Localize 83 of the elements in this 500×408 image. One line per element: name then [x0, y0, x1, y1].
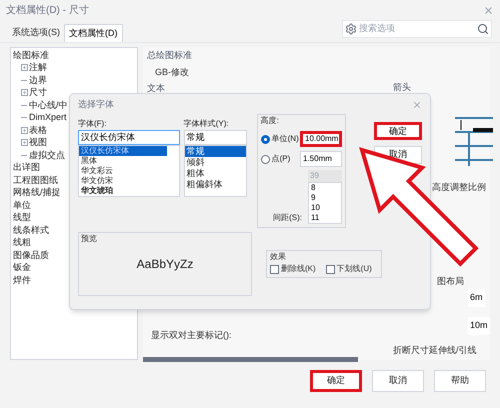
window-title: 文档属性(D) - 尺寸	[6, 4, 89, 18]
field-label: 字体样式(Y):	[184, 118, 230, 130]
tree-item[interactable]: 工程图图纸	[13, 174, 58, 186]
checkbox[interactable]	[326, 264, 335, 274]
section-heading: 箭头	[393, 81, 411, 94]
tree-item[interactable]: 单位	[13, 200, 31, 211]
font-option[interactable]: 华文仿宋	[79, 176, 167, 186]
spacing-label: 间距(S):	[273, 212, 302, 224]
size-option[interactable]: 11	[309, 213, 341, 223]
font-option[interactable]: 黑体	[79, 156, 167, 166]
style-list[interactable]: 常规 倾斜 粗体 粗偏斜体	[184, 145, 247, 197]
tree-item[interactable]: 线型	[13, 212, 31, 224]
font-option[interactable]: 华文琥珀	[79, 186, 167, 196]
font-option[interactable]: 华文彩云	[79, 166, 167, 176]
radio-button[interactable]	[260, 134, 270, 144]
scrollbar[interactable]	[143, 357, 358, 362]
radio-label: 单位(N)	[272, 133, 299, 145]
style-option[interactable]: 粗体	[184, 168, 246, 179]
checkbox-label: 下划线(U)	[336, 263, 372, 275]
dialog-button[interactable]: 确定	[374, 122, 422, 140]
size-field: 39	[308, 170, 342, 182]
expand-icon[interactable]	[21, 64, 28, 72]
dialog-button[interactable]: 确定	[310, 370, 362, 392]
tree-item[interactable]: 绘图标准	[13, 50, 49, 61]
dimension-diagram-icon	[455, 116, 493, 166]
tree-item[interactable]: 表格	[29, 124, 47, 136]
size-list[interactable]: 8 9 10 11	[308, 182, 342, 224]
expand-icon[interactable]	[21, 89, 28, 96]
font-style-field[interactable]: 常规	[184, 130, 247, 145]
font-list[interactable]: 汉仪长仿宋体 黑体 华文彩云 华文仿宋 华文琥珀	[78, 145, 180, 197]
tab[interactable]: 文档属性(D)	[64, 24, 122, 42]
settings-icon[interactable]	[345, 23, 357, 35]
checkbox[interactable]	[270, 264, 279, 274]
layout-label: 图布局	[437, 275, 464, 288]
preview-text: AaBbYyZz	[136, 256, 194, 273]
tree-item[interactable]: 尺寸	[29, 87, 47, 98]
expand-icon[interactable]	[21, 126, 28, 134]
tree-item[interactable]: 出详图	[13, 162, 40, 174]
tree-item[interactable]: 钣金	[13, 262, 31, 274]
dual-marks-label: 显示双对主要标记():	[151, 329, 232, 342]
expand-icon[interactable]	[21, 139, 28, 146]
tree-item[interactable]: DimXpert	[29, 112, 67, 124]
size-option[interactable]: 9	[309, 193, 341, 203]
height-label: 高度:	[260, 115, 280, 127]
tab[interactable]: 系统选项(S)	[8, 24, 64, 42]
tree-item[interactable]: 虚拟交点	[29, 150, 65, 161]
search-icon[interactable]	[477, 23, 489, 35]
scale-label: 高度调整比例	[432, 181, 486, 194]
style-option[interactable]: 倾斜	[184, 157, 246, 168]
size-option[interactable]: 10	[309, 203, 341, 213]
height-field[interactable]: 10.00mm	[300, 131, 342, 147]
dialog-button[interactable]: 取消	[372, 370, 424, 392]
standard-value: GB-修改	[155, 66, 190, 79]
font-option[interactable]: 汉仪长仿宋体	[79, 146, 167, 156]
tree-item[interactable]: 线粗	[13, 237, 31, 248]
tree-item[interactable]: 网格线/捕捉	[13, 187, 61, 198]
break-lines-label: 折断尺寸延伸线/引线	[393, 344, 477, 357]
radio-button[interactable]	[260, 154, 270, 164]
dialog-title: 选择字体	[78, 98, 114, 112]
font-name-field[interactable]: 汉仪长仿宋体	[78, 130, 180, 145]
size-option[interactable]: 8	[309, 183, 341, 193]
style-option[interactable]: 常规	[184, 146, 246, 157]
tree-item[interactable]: 中心线/中	[29, 100, 68, 111]
tree-item[interactable]: 视图	[29, 137, 47, 148]
field-label: 字体(F):	[78, 118, 108, 130]
tree-item[interactable]: 注解	[29, 62, 47, 74]
dialog-button[interactable]: 帮助	[434, 370, 486, 392]
preview-label: 预览	[81, 233, 98, 245]
offset-field[interactable]: 6m	[468, 289, 485, 306]
section-heading: 文本	[147, 82, 165, 95]
tree-item[interactable]: 图像品质	[13, 250, 49, 261]
effects-label: 效果	[270, 251, 287, 263]
tree-item[interactable]: 线条样式	[13, 224, 49, 236]
tree-item[interactable]: 焊件	[13, 274, 31, 286]
checkbox-label: 删除线(K)	[281, 263, 316, 275]
section-heading: 总绘图标准	[147, 49, 192, 62]
radio-label: 点(P)	[272, 153, 290, 165]
tree-item[interactable]: 边界	[29, 74, 47, 86]
close-icon[interactable]	[412, 100, 422, 110]
style-option[interactable]: 粗偏斜体	[184, 179, 246, 190]
height-field[interactable]: 1.50mm	[300, 151, 342, 167]
close-icon[interactable]	[483, 4, 494, 16]
offset-field[interactable]: 10m	[468, 317, 490, 334]
